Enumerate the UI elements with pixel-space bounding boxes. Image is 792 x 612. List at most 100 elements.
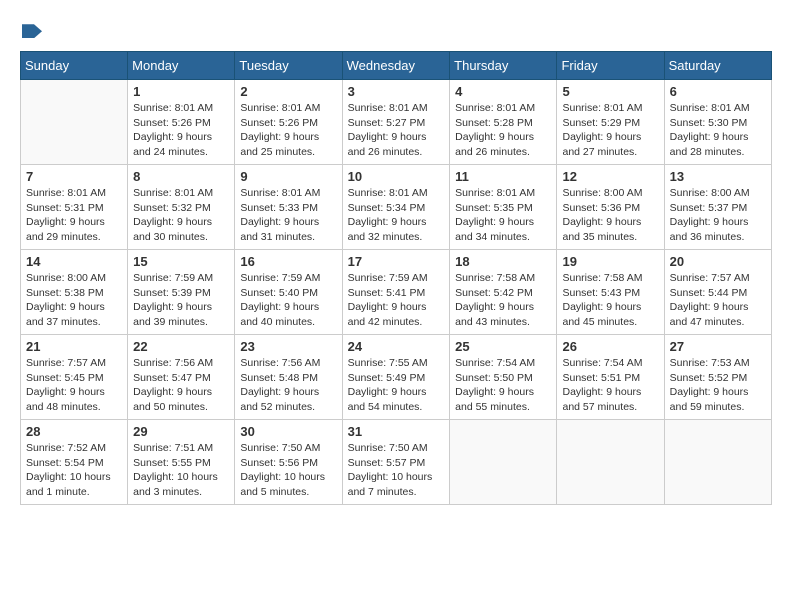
calendar-table: SundayMondayTuesdayWednesdayThursdayFrid… bbox=[20, 51, 772, 505]
day-info: Sunrise: 8:01 AMSunset: 5:31 PMDaylight:… bbox=[26, 186, 122, 245]
day-number: 7 bbox=[26, 169, 122, 184]
calendar-day-cell: 8 Sunrise: 8:01 AMSunset: 5:32 PMDaylight… bbox=[128, 165, 235, 250]
day-info: Sunrise: 8:01 AMSunset: 5:33 PMDaylight:… bbox=[240, 186, 336, 245]
page-header bbox=[20, 20, 772, 41]
day-number: 8 bbox=[133, 169, 229, 184]
calendar-day-cell: 28 Sunrise: 7:52 AMSunset: 5:54 PMDayligh… bbox=[21, 420, 128, 505]
day-info: Sunrise: 7:56 AMSunset: 5:48 PMDaylight:… bbox=[240, 356, 336, 415]
day-info: Sunrise: 8:01 AMSunset: 5:26 PMDaylight:… bbox=[240, 101, 336, 160]
day-info: Sunrise: 8:01 AMSunset: 5:32 PMDaylight:… bbox=[133, 186, 229, 245]
day-number: 16 bbox=[240, 254, 336, 269]
day-number: 22 bbox=[133, 339, 229, 354]
day-info: Sunrise: 7:53 AMSunset: 5:52 PMDaylight:… bbox=[670, 356, 766, 415]
calendar-day-cell: 17 Sunrise: 7:59 AMSunset: 5:41 PMDayligh… bbox=[342, 250, 450, 335]
calendar-day-cell bbox=[21, 80, 128, 165]
calendar-day-cell: 19 Sunrise: 7:58 AMSunset: 5:43 PMDayligh… bbox=[557, 250, 664, 335]
day-info: Sunrise: 8:01 AMSunset: 5:34 PMDaylight:… bbox=[348, 186, 445, 245]
day-number: 5 bbox=[562, 84, 658, 99]
day-info: Sunrise: 7:57 AMSunset: 5:45 PMDaylight:… bbox=[26, 356, 122, 415]
day-header-monday: Monday bbox=[128, 52, 235, 80]
day-header-wednesday: Wednesday bbox=[342, 52, 450, 80]
day-info: Sunrise: 7:52 AMSunset: 5:54 PMDaylight:… bbox=[26, 441, 122, 500]
calendar-day-cell: 1Sunrise: 8:01 AMSunset: 5:26 PMDaylight… bbox=[128, 80, 235, 165]
day-info: Sunrise: 8:01 AMSunset: 5:30 PMDaylight:… bbox=[670, 101, 766, 160]
calendar-day-cell: 11 Sunrise: 8:01 AMSunset: 5:35 PMDayligh… bbox=[450, 165, 557, 250]
calendar-day-cell: 9 Sunrise: 8:01 AMSunset: 5:33 PMDaylight… bbox=[235, 165, 342, 250]
day-number: 4 bbox=[455, 84, 551, 99]
calendar-day-cell: 2Sunrise: 8:01 AMSunset: 5:26 PMDaylight… bbox=[235, 80, 342, 165]
day-number: 14 bbox=[26, 254, 122, 269]
calendar-week-row: 28 Sunrise: 7:52 AMSunset: 5:54 PMDayligh… bbox=[21, 420, 772, 505]
day-info: Sunrise: 7:50 AMSunset: 5:57 PMDaylight:… bbox=[348, 441, 445, 500]
day-number: 28 bbox=[26, 424, 122, 439]
day-info: Sunrise: 7:59 AMSunset: 5:39 PMDaylight:… bbox=[133, 271, 229, 330]
day-info: Sunrise: 8:00 AMSunset: 5:36 PMDaylight:… bbox=[562, 186, 658, 245]
calendar-day-cell: 21 Sunrise: 7:57 AMSunset: 5:45 PMDayligh… bbox=[21, 335, 128, 420]
day-number: 11 bbox=[455, 169, 551, 184]
day-number: 30 bbox=[240, 424, 336, 439]
calendar-day-cell: 25 Sunrise: 7:54 AMSunset: 5:50 PMDayligh… bbox=[450, 335, 557, 420]
day-number: 31 bbox=[348, 424, 445, 439]
calendar-day-cell: 6 Sunrise: 8:01 AMSunset: 5:30 PMDaylight… bbox=[664, 80, 771, 165]
day-number: 9 bbox=[240, 169, 336, 184]
calendar-day-cell bbox=[557, 420, 664, 505]
day-number: 27 bbox=[670, 339, 766, 354]
logo bbox=[20, 20, 42, 41]
day-number: 13 bbox=[670, 169, 766, 184]
calendar-day-cell: 29 Sunrise: 7:51 AMSunset: 5:55 PMDayligh… bbox=[128, 420, 235, 505]
calendar-day-cell: 13 Sunrise: 8:00 AMSunset: 5:37 PMDayligh… bbox=[664, 165, 771, 250]
day-header-thursday: Thursday bbox=[450, 52, 557, 80]
calendar-day-cell: 22 Sunrise: 7:56 AMSunset: 5:47 PMDayligh… bbox=[128, 335, 235, 420]
day-number: 17 bbox=[348, 254, 445, 269]
calendar-day-cell: 4 Sunrise: 8:01 AMSunset: 5:28 PMDaylight… bbox=[450, 80, 557, 165]
day-number: 21 bbox=[26, 339, 122, 354]
calendar-day-cell: 16 Sunrise: 7:59 AMSunset: 5:40 PMDayligh… bbox=[235, 250, 342, 335]
calendar-day-cell: 15 Sunrise: 7:59 AMSunset: 5:39 PMDayligh… bbox=[128, 250, 235, 335]
calendar-day-cell: 23 Sunrise: 7:56 AMSunset: 5:48 PMDayligh… bbox=[235, 335, 342, 420]
day-info: Sunrise: 8:00 AMSunset: 5:37 PMDaylight:… bbox=[670, 186, 766, 245]
day-info: Sunrise: 7:51 AMSunset: 5:55 PMDaylight:… bbox=[133, 441, 229, 500]
day-info: Sunrise: 8:01 AMSunset: 5:27 PMDaylight:… bbox=[348, 101, 445, 160]
day-number: 19 bbox=[562, 254, 658, 269]
logo-icon bbox=[22, 24, 42, 38]
calendar-day-cell: 7 Sunrise: 8:01 AMSunset: 5:31 PMDaylight… bbox=[21, 165, 128, 250]
calendar-day-cell: 30 Sunrise: 7:50 AMSunset: 5:56 PMDayligh… bbox=[235, 420, 342, 505]
day-info: Sunrise: 7:54 AMSunset: 5:51 PMDaylight:… bbox=[562, 356, 658, 415]
day-info: Sunrise: 8:01 AMSunset: 5:35 PMDaylight:… bbox=[455, 186, 551, 245]
calendar-day-cell: 18Sunrise: 7:58 AMSunset: 5:42 PMDayligh… bbox=[450, 250, 557, 335]
day-number: 25 bbox=[455, 339, 551, 354]
day-number: 12 bbox=[562, 169, 658, 184]
day-info: Sunrise: 7:59 AMSunset: 5:41 PMDaylight:… bbox=[348, 271, 445, 330]
day-number: 15 bbox=[133, 254, 229, 269]
day-number: 26 bbox=[562, 339, 658, 354]
day-number: 3 bbox=[348, 84, 445, 99]
day-info: Sunrise: 8:01 AMSunset: 5:28 PMDaylight:… bbox=[455, 101, 551, 160]
day-info: Sunrise: 7:54 AMSunset: 5:50 PMDaylight:… bbox=[455, 356, 551, 415]
calendar-day-cell: 10 Sunrise: 8:01 AMSunset: 5:34 PMDayligh… bbox=[342, 165, 450, 250]
day-info: Sunrise: 7:56 AMSunset: 5:47 PMDaylight:… bbox=[133, 356, 229, 415]
calendar-day-cell bbox=[450, 420, 557, 505]
day-number: 24 bbox=[348, 339, 445, 354]
day-header-saturday: Saturday bbox=[664, 52, 771, 80]
calendar-header-row: SundayMondayTuesdayWednesdayThursdayFrid… bbox=[21, 52, 772, 80]
day-number: 10 bbox=[348, 169, 445, 184]
calendar-day-cell: 27 Sunrise: 7:53 AMSunset: 5:52 PMDayligh… bbox=[664, 335, 771, 420]
calendar-week-row: 7 Sunrise: 8:01 AMSunset: 5:31 PMDaylight… bbox=[21, 165, 772, 250]
calendar-week-row: 14 Sunrise: 8:00 AMSunset: 5:38 PMDayligh… bbox=[21, 250, 772, 335]
day-info: Sunrise: 8:00 AMSunset: 5:38 PMDaylight:… bbox=[26, 271, 122, 330]
day-info: Sunrise: 7:50 AMSunset: 5:56 PMDaylight:… bbox=[240, 441, 336, 500]
day-info: Sunrise: 8:01 AMSunset: 5:26 PMDaylight:… bbox=[133, 101, 229, 160]
calendar-week-row: 1Sunrise: 8:01 AMSunset: 5:26 PMDaylight… bbox=[21, 80, 772, 165]
day-number: 23 bbox=[240, 339, 336, 354]
day-number: 20 bbox=[670, 254, 766, 269]
calendar-day-cell: 5Sunrise: 8:01 AMSunset: 5:29 PMDaylight… bbox=[557, 80, 664, 165]
day-info: Sunrise: 7:58 AMSunset: 5:42 PMDaylight:… bbox=[455, 271, 551, 330]
day-number: 29 bbox=[133, 424, 229, 439]
day-info: Sunrise: 7:58 AMSunset: 5:43 PMDaylight:… bbox=[562, 271, 658, 330]
day-info: Sunrise: 7:57 AMSunset: 5:44 PMDaylight:… bbox=[670, 271, 766, 330]
day-number: 6 bbox=[670, 84, 766, 99]
day-info: Sunrise: 7:59 AMSunset: 5:40 PMDaylight:… bbox=[240, 271, 336, 330]
day-info: Sunrise: 7:55 AMSunset: 5:49 PMDaylight:… bbox=[348, 356, 445, 415]
day-header-tuesday: Tuesday bbox=[235, 52, 342, 80]
calendar-day-cell: 12 Sunrise: 8:00 AMSunset: 5:36 PMDayligh… bbox=[557, 165, 664, 250]
